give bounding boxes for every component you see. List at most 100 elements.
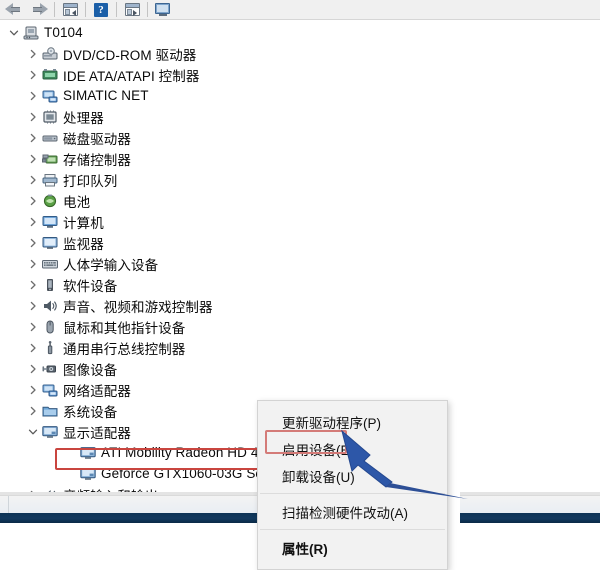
tree-node[interactable]: 通用串行总线控制器 bbox=[0, 337, 600, 358]
ide-controller-icon bbox=[40, 64, 59, 85]
network-adapter-icon bbox=[40, 379, 59, 400]
chevron-right-icon[interactable] bbox=[25, 190, 40, 211]
computer-monitor-icon bbox=[40, 211, 59, 232]
tree-node[interactable]: 声音、视频和游戏控制器 bbox=[0, 295, 600, 316]
tree-node-label: 打印队列 bbox=[63, 173, 118, 189]
context-menu-item[interactable]: 属性(R) bbox=[258, 534, 447, 561]
tree-node[interactable]: 鼠标和其他指针设备 bbox=[0, 316, 600, 337]
network-card-icon bbox=[40, 85, 59, 106]
print-queue-icon bbox=[40, 169, 59, 190]
software-device-icon bbox=[40, 274, 59, 295]
chevron-right-icon[interactable] bbox=[25, 43, 40, 64]
tree-node-label: 磁盘驱动器 bbox=[63, 131, 131, 147]
toolbar-separator-1 bbox=[54, 2, 55, 17]
tree-node[interactable]: 打印队列 bbox=[0, 169, 600, 190]
tree-node-label: 图像设备 bbox=[63, 362, 118, 378]
chevron-right-icon[interactable] bbox=[25, 337, 40, 358]
window-right-margin bbox=[448, 492, 460, 538]
tree-node[interactable]: DVD/CD-ROM 驱动器 bbox=[0, 43, 600, 64]
tree-node-label: 人体学输入设备 bbox=[63, 257, 159, 273]
tree-node-label: 电池 bbox=[63, 194, 91, 210]
camera-icon bbox=[40, 358, 59, 379]
tree-node-label: 监视器 bbox=[63, 236, 104, 252]
tree-node[interactable]: SIMATIC NET bbox=[0, 85, 600, 106]
chevron-right-icon[interactable] bbox=[25, 274, 40, 295]
tree-node-label: DVD/CD-ROM 驱动器 bbox=[63, 47, 197, 63]
tree-node[interactable]: 处理器 bbox=[0, 106, 600, 127]
scan-hardware-button[interactable] bbox=[150, 0, 176, 19]
monitor-scan-icon bbox=[154, 2, 172, 17]
console-tree-icon bbox=[62, 3, 78, 16]
chevron-down-icon[interactable] bbox=[6, 22, 21, 43]
tree-node[interactable]: 电池 bbox=[0, 190, 600, 211]
disk-drive-icon bbox=[40, 127, 59, 148]
tree-node[interactable]: 存储控制器 bbox=[0, 148, 600, 169]
display-adapter-icon bbox=[78, 442, 97, 463]
help-button[interactable]: ? bbox=[88, 0, 114, 19]
back-arrow-icon bbox=[4, 3, 22, 16]
tree-node-label: 鼠标和其他指针设备 bbox=[63, 320, 186, 336]
dvd-drive-icon bbox=[40, 43, 59, 64]
chevron-right-icon[interactable] bbox=[25, 211, 40, 232]
chevron-right-icon[interactable] bbox=[25, 379, 40, 400]
back-button[interactable] bbox=[0, 0, 26, 19]
context-menu-item[interactable]: 启用设备(E) bbox=[258, 435, 447, 462]
action-pane-button[interactable] bbox=[119, 0, 145, 19]
chevron-right-icon[interactable] bbox=[25, 106, 40, 127]
tree-node-label: 处理器 bbox=[63, 110, 104, 126]
tree-node-label: 声音、视频和游戏控制器 bbox=[63, 299, 213, 315]
tree-node-label: 计算机 bbox=[63, 215, 104, 231]
action-pane-icon bbox=[124, 3, 140, 16]
forward-button[interactable] bbox=[26, 0, 52, 19]
tree-node-label: 显示适配器 bbox=[63, 425, 131, 441]
tree-node[interactable]: 软件设备 bbox=[0, 274, 600, 295]
status-bar-divider-left bbox=[8, 496, 9, 513]
chevron-right-icon[interactable] bbox=[25, 253, 40, 274]
chevron-down-icon[interactable] bbox=[25, 421, 40, 442]
computer-icon bbox=[21, 22, 40, 43]
context-menu[interactable]: 更新驱动程序(P) 启用设备(E) 卸载设备(U) 扫描检测硬件改动(A) 属性(R) bbox=[257, 400, 448, 570]
context-menu-separator bbox=[260, 529, 445, 530]
context-menu-item[interactable]: 更新驱动程序(P) bbox=[258, 408, 447, 435]
tree-node[interactable]: 计算机 bbox=[0, 211, 600, 232]
toolbar: ? bbox=[0, 0, 600, 20]
tree-node[interactable]: IDE ATA/ATAPI 控制器 bbox=[0, 64, 600, 85]
tree-node-label: 存储控制器 bbox=[63, 152, 131, 168]
chevron-right-icon[interactable] bbox=[25, 148, 40, 169]
system-device-icon bbox=[40, 400, 59, 421]
chevron-right-icon[interactable] bbox=[25, 295, 40, 316]
tree-root-node[interactable]: T0104 bbox=[0, 22, 600, 43]
chevron-right-icon[interactable] bbox=[25, 169, 40, 190]
display-adapter-icon bbox=[78, 463, 97, 484]
tree-node-label: 网络适配器 bbox=[63, 383, 131, 399]
context-menu-item[interactable]: 卸载设备(U) bbox=[258, 462, 447, 489]
speaker-icon bbox=[40, 295, 59, 316]
toolbar-separator-3 bbox=[116, 2, 117, 17]
chevron-right-icon[interactable] bbox=[25, 64, 40, 85]
chevron-right-icon[interactable] bbox=[25, 316, 40, 337]
help-question-icon: ? bbox=[94, 2, 108, 17]
tree-node[interactable]: 网络适配器 bbox=[0, 379, 600, 400]
tree-node-label: SIMATIC NET bbox=[63, 88, 149, 103]
hid-keyboard-icon bbox=[40, 253, 59, 274]
tree-node-label: 软件设备 bbox=[63, 278, 118, 294]
forward-arrow-icon bbox=[31, 3, 48, 16]
chevron-right-icon[interactable] bbox=[25, 358, 40, 379]
tree-node[interactable]: 磁盘驱动器 bbox=[0, 127, 600, 148]
display-adapter-icon bbox=[40, 421, 59, 442]
chevron-right-icon[interactable] bbox=[25, 85, 40, 106]
device-manager-window: ? T0104 DVD/CD-ROM 驱动器 IDE ATA/ATAPI 控制器 SI… bbox=[0, 0, 600, 570]
chevron-right-icon[interactable] bbox=[25, 127, 40, 148]
chevron-right-icon[interactable] bbox=[25, 232, 40, 253]
tree-node[interactable]: 监视器 bbox=[0, 232, 600, 253]
tree-node-label: ATI Mobility Radeon HD 4500 bbox=[101, 445, 282, 460]
tree-node[interactable]: 图像设备 bbox=[0, 358, 600, 379]
chevron-right-icon[interactable] bbox=[25, 400, 40, 421]
toolbar-separator-2 bbox=[85, 2, 86, 17]
context-menu-item[interactable]: 扫描检测硬件改动(A) bbox=[258, 498, 447, 525]
tree-node[interactable]: 人体学输入设备 bbox=[0, 253, 600, 274]
console-tree-button[interactable] bbox=[57, 0, 83, 19]
content-blank-area bbox=[449, 400, 600, 492]
